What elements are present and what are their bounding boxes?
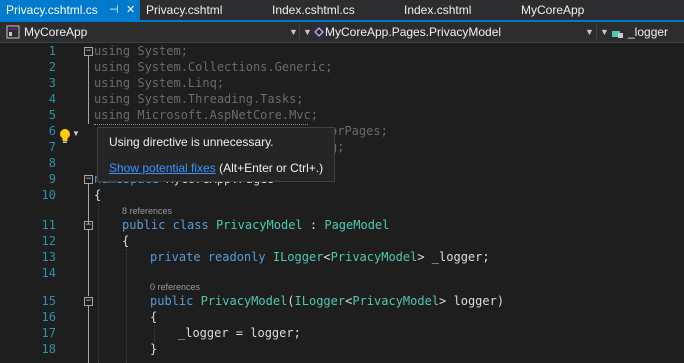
line-number: 15: [41, 294, 56, 308]
show-potential-fixes-link[interactable]: Show potential fixes: [109, 161, 216, 175]
code-line: using System.Threading.Tasks;: [94, 92, 304, 106]
unnecessary-code-underline: [94, 123, 308, 125]
member-dropdown[interactable]: ▼ _logger: [600, 22, 684, 42]
document-tab-bar: Privacy.cshtml.cs ⊣ ✕ Privacy.cshtml Ind…: [0, 0, 684, 22]
line-number: 9: [48, 172, 56, 186]
shortcut-hint: (Alt+Enter or Ctrl+.): [219, 161, 324, 175]
line-number: 13: [41, 250, 56, 264]
fold-line: [88, 230, 89, 296]
class-icon: [314, 27, 324, 37]
line-number: 11: [41, 218, 56, 232]
line-number: 3: [48, 76, 56, 90]
code-line: using System.Collections.Generic;: [94, 60, 333, 74]
line-number: 18: [41, 342, 56, 356]
chevron-down-icon: ▼: [600, 27, 609, 37]
code-line: public class PrivacyModel : PageModel: [122, 218, 390, 232]
indent-guide: [98, 203, 99, 363]
line-number: 16: [41, 310, 56, 324]
code-line: _logger = logger;: [178, 326, 301, 340]
fold-line: [88, 56, 89, 124]
code-line: {: [94, 188, 102, 202]
class-name: MyCoreApp.Pages.PrivacyModel: [325, 25, 502, 39]
divider: [299, 24, 300, 40]
line-number: 8: [48, 156, 56, 170]
code-line: {: [150, 310, 158, 324]
class-dropdown[interactable]: ▼ MyCoreApp.Pages.PrivacyModel ▼: [303, 22, 594, 42]
code-line: {: [122, 234, 130, 248]
tab-privacy-cshtml[interactable]: Privacy.cshtml: [146, 0, 222, 20]
tab-label: Index.cshtml: [404, 3, 472, 17]
code-line: using System;: [94, 44, 188, 58]
tab-index-cshtml-cs[interactable]: Index.cshtml.cs: [272, 0, 355, 20]
fold-line: [88, 306, 89, 363]
codelens-references[interactable]: 0 references: [150, 282, 200, 292]
collapse-icon[interactable]: −: [84, 47, 93, 56]
line-number: 12: [41, 234, 56, 248]
code-line: orPages;: [330, 124, 388, 138]
pin-icon[interactable]: ⊣: [109, 0, 119, 20]
code-line: public PrivacyModel(ILogger<PrivacyModel…: [150, 294, 505, 308]
project-dropdown[interactable]: MyCoreApp ▼: [6, 22, 298, 42]
tab-label: Privacy.cshtml: [146, 3, 223, 17]
line-number: 4: [48, 92, 56, 106]
project-name: MyCoreApp: [24, 25, 88, 39]
close-icon[interactable]: ✕: [126, 0, 135, 20]
line-number: 2: [48, 60, 56, 74]
line-number: 6: [48, 124, 56, 138]
collapse-icon[interactable]: −: [84, 175, 93, 184]
code-line: }: [150, 342, 158, 356]
lightbulb-icon: [60, 129, 70, 143]
collapse-icon[interactable]: −: [84, 221, 93, 230]
code-editor[interactable]: 1 2 3 4 5 6 7 8 9 10 11 12 13 14 15 16 1…: [0, 43, 684, 363]
tab-mycoreapp[interactable]: MyCoreApp: [521, 0, 584, 20]
divider: [596, 24, 597, 40]
chevron-down-icon: ▼: [303, 27, 312, 37]
collapse-icon[interactable]: −: [84, 297, 93, 306]
chevron-down-icon: ▼: [585, 27, 594, 37]
line-number: 5: [48, 108, 56, 122]
csharp-project-icon: [6, 25, 20, 39]
quick-info-tooltip: Using directive is unnecessary. Show pot…: [97, 127, 335, 182]
chevron-down-icon: ▼: [72, 129, 80, 138]
tab-privacy-cshtml-cs[interactable]: Privacy.cshtml.cs ⊣ ✕: [0, 0, 140, 20]
line-number: 7: [48, 140, 56, 154]
navigation-bar: MyCoreApp ▼ ▼ MyCoreApp.Pages.PrivacyMod…: [0, 22, 684, 43]
line-number: 17: [41, 326, 56, 340]
line-number: 10: [41, 188, 56, 202]
tab-label: Privacy.cshtml.cs: [6, 3, 98, 17]
member-name: _logger: [628, 25, 669, 39]
fold-line: [88, 184, 89, 224]
tab-label: MyCoreApp: [521, 3, 585, 17]
line-number: 14: [41, 266, 56, 280]
code-line: using System.Linq;: [94, 76, 225, 90]
lightbulb-quick-actions[interactable]: ▼: [56, 127, 80, 145]
tab-index-cshtml[interactable]: Index.cshtml: [404, 0, 471, 20]
tooltip-message: Using directive is unnecessary.: [109, 135, 274, 149]
tooltip-fix-row: Show potential fixes (Alt+Enter or Ctrl+…: [109, 161, 323, 175]
chevron-down-icon: ▼: [289, 27, 298, 37]
line-number: 1: [48, 44, 56, 58]
code-line: private readonly ILogger<PrivacyModel> _…: [150, 250, 490, 264]
codelens-references[interactable]: 8 references: [122, 206, 172, 216]
tab-label: Index.cshtml.cs: [272, 3, 355, 17]
field-lock-icon: [612, 31, 623, 38]
indent-guide: [126, 249, 127, 363]
code-line: using Microsoft.AspNetCore.Mvc;: [94, 108, 318, 122]
